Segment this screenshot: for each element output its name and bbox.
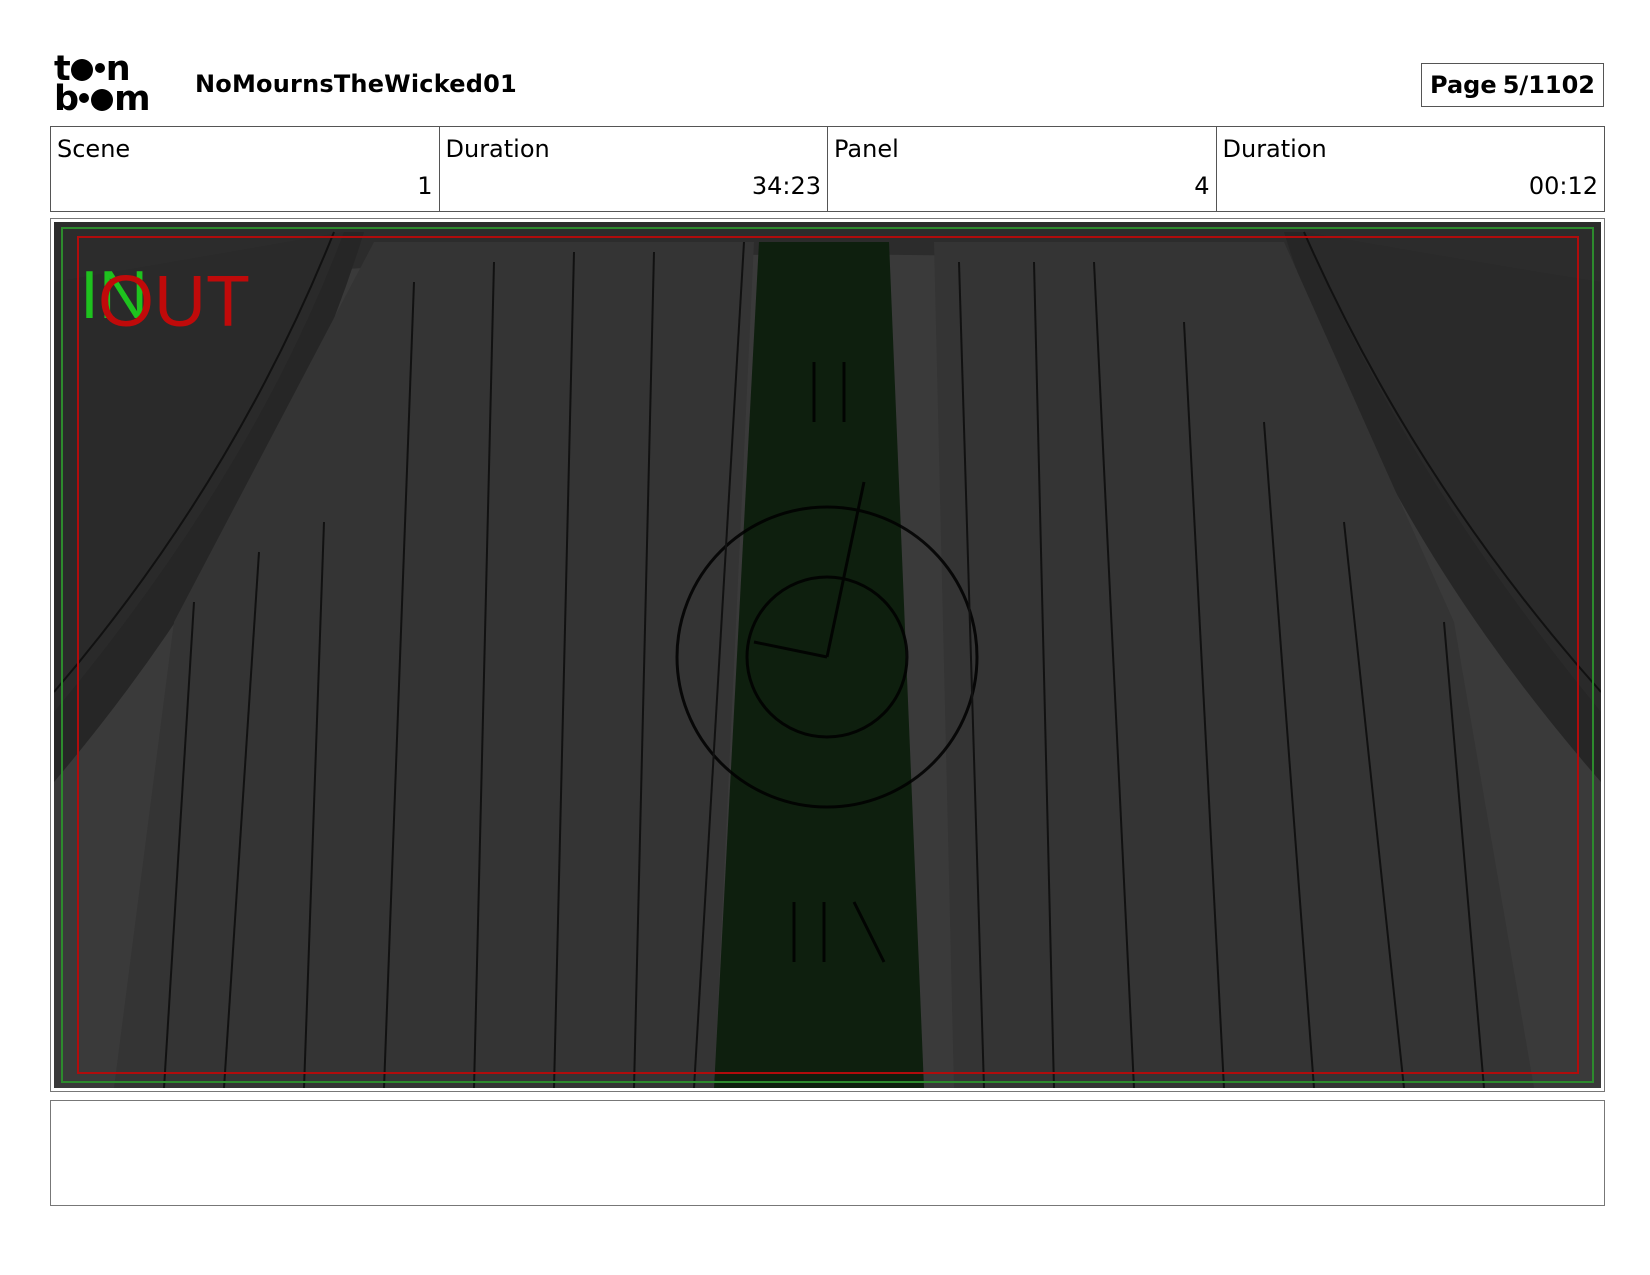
storyboard-panel[interactable]: IN OUT bbox=[50, 218, 1605, 1092]
panel-duration-label: Duration bbox=[1222, 135, 1327, 163]
logo-line-bottom: bm bbox=[54, 79, 151, 119]
panel-value: 4 bbox=[1194, 172, 1210, 200]
panel-duration-cell: Duration 00:12 bbox=[1217, 127, 1605, 211]
project-title: NoMournsTheWicked01 bbox=[195, 70, 517, 98]
panel-artwork: IN OUT bbox=[54, 222, 1601, 1088]
page-indicator: Page 5/1102 bbox=[1421, 63, 1604, 107]
logo-dot bbox=[79, 93, 90, 103]
scene-label: Scene bbox=[57, 135, 131, 163]
scene-cell: Scene 1 bbox=[51, 127, 440, 211]
logo-dot bbox=[94, 63, 105, 73]
panel-notes[interactable] bbox=[50, 1100, 1605, 1206]
page-value: 5/1102 bbox=[1502, 71, 1595, 99]
scene-value: 1 bbox=[417, 172, 433, 200]
logo-ball bbox=[70, 59, 93, 81]
logo-ball bbox=[91, 89, 114, 111]
panel-cell: Panel 4 bbox=[828, 127, 1217, 211]
toonboom-logo: tn bm bbox=[54, 52, 170, 119]
scene-duration-cell: Duration 34:23 bbox=[440, 127, 828, 211]
panel-label: Panel bbox=[834, 135, 899, 163]
panel-duration-value: 00:12 bbox=[1528, 172, 1598, 200]
scene-duration-label: Duration bbox=[445, 135, 550, 163]
out-marker: OUT bbox=[98, 262, 250, 342]
scene-duration-value: 34:23 bbox=[751, 172, 821, 200]
page-label: Page bbox=[1430, 71, 1497, 99]
panel-info-table: Scene 1 Duration 34:23 Panel 4 Duration … bbox=[50, 126, 1605, 212]
